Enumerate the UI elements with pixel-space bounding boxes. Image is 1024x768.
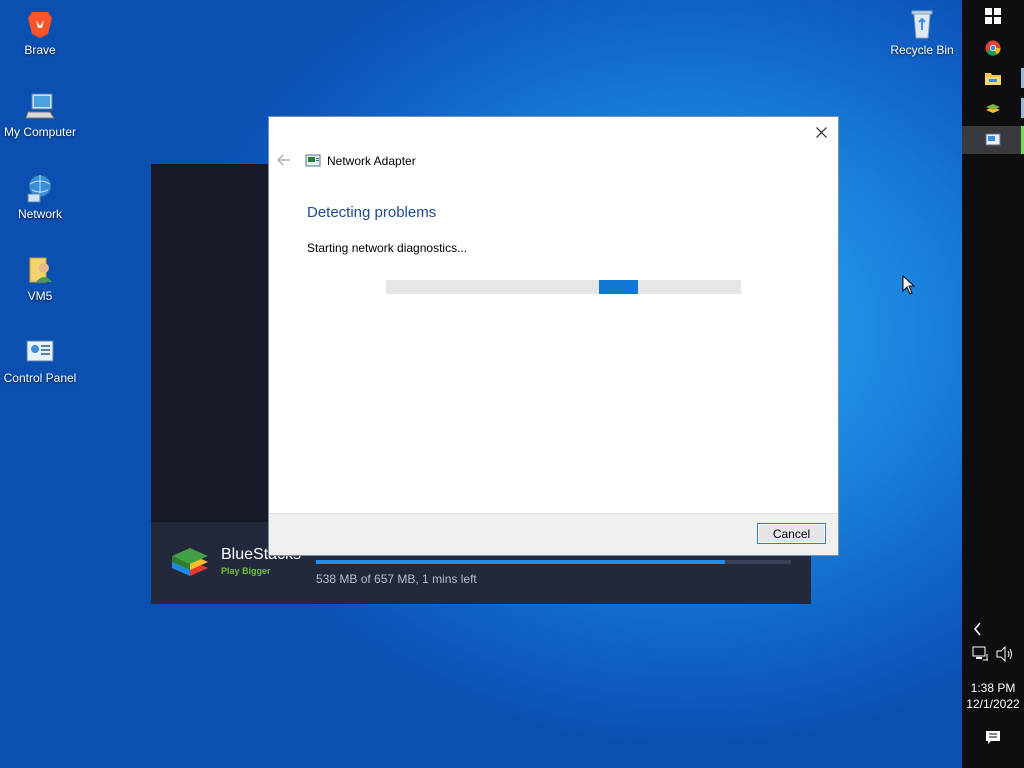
- notification-icon: [986, 731, 1000, 744]
- clock-date: 12/1/2022: [966, 697, 1020, 711]
- desktop-icon-label: My Computer: [3, 125, 77, 139]
- network-adapter-icon: [305, 154, 321, 167]
- desktop-icon-control-panel[interactable]: Control Panel: [0, 336, 80, 385]
- start-button[interactable]: [962, 2, 1024, 30]
- taskbar: 1:38 PM 12/1/2022: [962, 0, 1024, 768]
- windows-logo-icon: [985, 8, 1001, 24]
- desktop-icon-label: Recycle Bin: [890, 43, 954, 57]
- taskbar-item-file-explorer[interactable]: [962, 64, 1024, 92]
- file-explorer-icon: [985, 73, 1001, 85]
- network-globe-icon: [24, 172, 56, 204]
- taskbar-item-bluestacks[interactable]: [962, 94, 1024, 122]
- mouse-cursor-icon: [902, 274, 916, 300]
- chevron-left-icon: [974, 622, 981, 636]
- back-button[interactable]: [277, 153, 291, 171]
- bluestacks-tagline: Play Bigger: [221, 566, 271, 576]
- user-folder-icon: [24, 254, 56, 286]
- dialog-heading: Detecting problems: [307, 204, 437, 221]
- desktop-icon-label: Control Panel: [3, 371, 77, 385]
- network-status-icon[interactable]: [972, 646, 990, 662]
- recycle-bin-icon: [906, 8, 938, 40]
- diagnostics-progress-marquee: [599, 280, 638, 294]
- control-panel-icon: [24, 336, 56, 368]
- desktop-icon-label: Network: [17, 207, 62, 221]
- desktop-icon-brave[interactable]: Brave: [0, 8, 80, 57]
- dialog-title: Network Adapter: [327, 154, 416, 168]
- bluestacks-progress-fill: [316, 560, 725, 564]
- clock-time: 1:38 PM: [970, 681, 1016, 695]
- diagnostics-status: Starting network diagnostics...: [307, 241, 468, 255]
- show-hidden-icons-button[interactable]: [962, 622, 1024, 639]
- tray-icons: [962, 646, 1024, 662]
- bluestacks-icon: [986, 104, 1000, 113]
- brave-icon: [24, 8, 56, 40]
- desktop-icon-my-computer[interactable]: My Computer: [0, 90, 80, 139]
- network-adapter-dialog: Network Adapter Detecting problems Start…: [268, 116, 839, 556]
- back-arrow-icon: [277, 154, 290, 166]
- bluestacks-download-status: 538 MB of 657 MB, 1 mins left: [316, 572, 477, 586]
- close-icon: [815, 126, 827, 138]
- desktop-icon-recycle-bin[interactable]: Recycle Bin: [882, 8, 962, 57]
- close-button[interactable]: [804, 117, 838, 147]
- computer-icon: [24, 90, 56, 122]
- dialog-title-row: Network Adapter: [305, 154, 416, 168]
- desktop-icon-vm5[interactable]: VM5: [0, 254, 80, 303]
- action-center-button[interactable]: [962, 730, 1024, 749]
- taskbar-item-chrome[interactable]: [962, 34, 1024, 62]
- desktop-icon-label: VM5: [27, 289, 53, 303]
- volume-icon[interactable]: [996, 646, 1014, 662]
- taskbar-item-network-diagnostics[interactable]: [962, 126, 1024, 154]
- bluestacks-logo-icon: [169, 542, 211, 582]
- desktop-icon-label: Brave: [24, 43, 56, 57]
- desktop-icon-network[interactable]: Network: [0, 172, 80, 221]
- chrome-icon: [985, 40, 1001, 56]
- cancel-button[interactable]: Cancel: [757, 523, 826, 544]
- network-adapter-icon: [985, 133, 1001, 146]
- bluestacks-progress-bar: [316, 560, 791, 564]
- clock[interactable]: 1:38 PM 12/1/2022: [962, 680, 1024, 712]
- diagnostics-progress-bar: [386, 280, 741, 294]
- dialog-footer: Cancel: [269, 513, 838, 555]
